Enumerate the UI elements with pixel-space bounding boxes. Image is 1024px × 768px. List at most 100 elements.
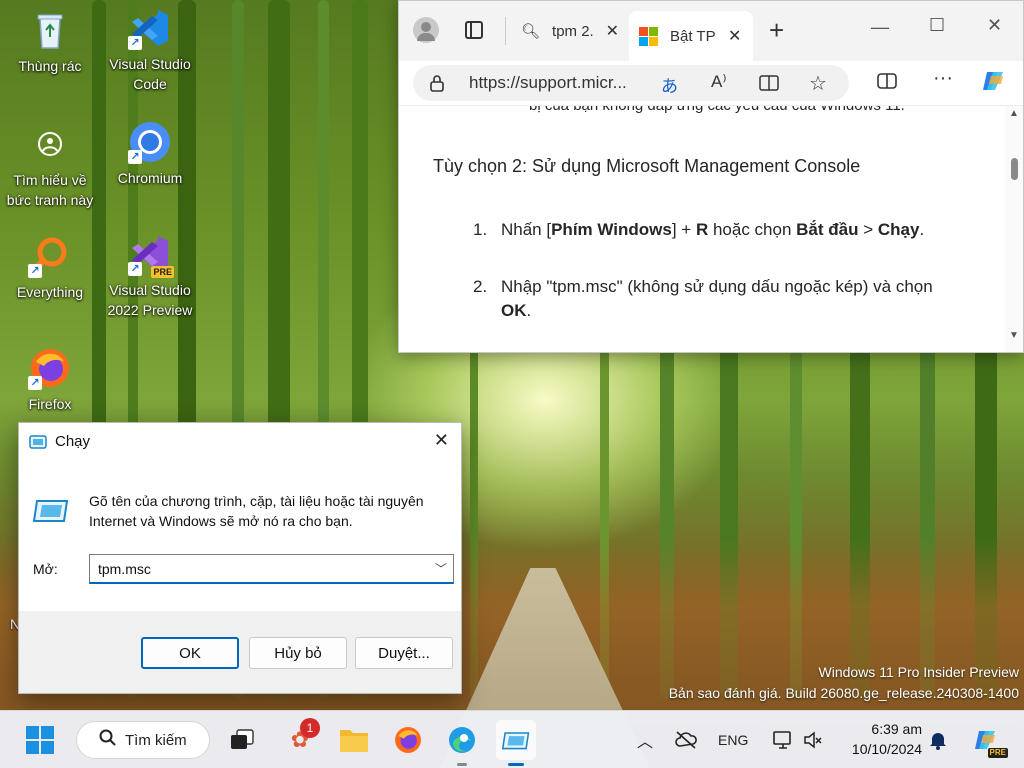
- chevron-up-icon: ︿: [636, 734, 653, 751]
- close-tab-icon[interactable]: ✕: [728, 26, 741, 46]
- taskbar-run[interactable]: [496, 720, 536, 766]
- notification-badge: 1: [300, 718, 320, 738]
- ok-button[interactable]: OK: [141, 637, 239, 669]
- translate-icon[interactable]: あ: [661, 72, 678, 97]
- chevron-down-icon[interactable]: ﹀: [435, 560, 447, 577]
- address-bar[interactable]: https://support.micr... あ A⁾ ☆: [413, 65, 849, 101]
- clock[interactable]: 6:39 am 10/10/2024: [838, 719, 922, 759]
- firefox-icon: ↗: [28, 346, 72, 390]
- close-window-button[interactable]: ✕: [987, 15, 1002, 36]
- start-button[interactable]: [20, 720, 60, 760]
- read-aloud-icon[interactable]: A⁾: [711, 72, 727, 92]
- scroll-down-icon[interactable]: ▼: [1009, 330, 1019, 341]
- step-start: Bắt đầu: [796, 220, 859, 239]
- desktop-icon-everything[interactable]: ↗ Everything: [2, 234, 98, 302]
- cloud-offline-icon: [675, 731, 697, 749]
- tab-separator: [505, 17, 506, 45]
- section-heading: Tùy chọn 2: Sử dụng Microsoft Management…: [433, 156, 861, 176]
- tab-actions-icon[interactable]: [465, 21, 483, 39]
- bell-icon: [930, 733, 946, 750]
- taskbar-notification-app[interactable]: ✿ 1: [280, 718, 320, 760]
- search-icon: [99, 729, 117, 752]
- show-hidden-icons-button[interactable]: ︿: [628, 720, 662, 760]
- open-input[interactable]: tpm.msc: [98, 561, 151, 577]
- microsoft-logo-icon: [639, 26, 658, 46]
- taskbar-firefox[interactable]: [388, 720, 428, 760]
- run-app-icon: [29, 434, 47, 455]
- desktop-icon-label: Everything: [16, 284, 84, 300]
- search-label: Tìm kiếm: [125, 731, 187, 749]
- scroll-thumb[interactable]: [1011, 158, 1018, 180]
- step-text: .: [526, 301, 532, 320]
- chromium-icon: ↗: [128, 120, 172, 164]
- step-text: .: [919, 220, 925, 239]
- split-screen-icon[interactable]: [877, 71, 897, 96]
- page-scrollbar[interactable]: ▲ ▼: [1005, 106, 1023, 352]
- taskbar-search-box[interactable]: Tìm kiếm: [76, 721, 210, 759]
- folder-icon: [340, 730, 368, 752]
- taskbar-edge[interactable]: [442, 720, 482, 766]
- copilot-icon[interactable]: [979, 66, 1009, 101]
- clock-date: 10/10/2024: [851, 741, 922, 757]
- desktop-icon-learn-about-picture[interactable]: Tìm hiểu về bức tranh này: [2, 122, 98, 210]
- task-view-icon: [231, 729, 254, 749]
- step-number: 2.: [473, 277, 488, 296]
- desktop-icon-chromium[interactable]: ↗ Chromium: [102, 120, 198, 188]
- desktop-icon-label: Thùng rác: [18, 58, 82, 74]
- step-text: Nhấn [: [501, 220, 552, 239]
- tab-strip: 🔍︎ tpm 2.( ✕ Bật TPI ✕ + — ☐ ✕: [399, 1, 1023, 61]
- watermark-line-2: Bản sao đánh giá. Build 26080.ge_release…: [668, 685, 1019, 701]
- tab-bat-tpm[interactable]: Bật TPI ✕: [629, 11, 753, 61]
- page-content: bị của bạn không đáp ứng các yêu cầu của…: [399, 106, 1005, 352]
- desktop-icon-firefox[interactable]: ↗ Firefox: [2, 346, 98, 414]
- edge-icon: [449, 727, 475, 753]
- preview-badge: PRE: [987, 748, 1008, 758]
- shortcut-arrow-icon: ↗: [28, 264, 42, 278]
- close-tab-icon[interactable]: ✕: [606, 21, 619, 41]
- close-dialog-button[interactable]: ✕: [434, 430, 449, 451]
- windows-logo-icon: [26, 726, 54, 754]
- network-button[interactable]: [668, 720, 704, 760]
- step-1: 1. Nhấn [Phím Windows] + R hoặc chọn Bắt…: [473, 218, 924, 242]
- taskbar-file-explorer[interactable]: [334, 720, 374, 760]
- notifications-button[interactable]: [920, 720, 956, 760]
- favorite-star-icon[interactable]: ☆: [809, 71, 827, 96]
- language-indicator[interactable]: ENG: [718, 732, 748, 748]
- open-combobox[interactable]: tpm.msc ﹀: [89, 554, 454, 584]
- step-2: 2. Nhập "tpm.msc" (không sử dụng dấu ngo…: [473, 275, 973, 323]
- run-app-icon: [502, 732, 530, 750]
- desktop-icon-recycle-bin[interactable]: Thùng rác: [2, 8, 98, 76]
- new-tab-button[interactable]: +: [769, 15, 784, 46]
- task-view-button[interactable]: [222, 720, 262, 760]
- browser-toolbar: https://support.micr... あ A⁾ ☆ ···: [399, 61, 1023, 106]
- monitor-icon: [773, 731, 791, 749]
- desktop-icon-vscode[interactable]: ↗ Visual Studio Code: [102, 6, 198, 94]
- more-options-icon[interactable]: ···: [933, 67, 953, 90]
- minimize-button[interactable]: —: [871, 17, 889, 38]
- scroll-up-icon[interactable]: ▲: [1009, 108, 1019, 119]
- desktop-icon-label: Chromium: [117, 170, 183, 186]
- shortcut-arrow-icon: ↗: [28, 376, 42, 390]
- copilot-taskbar-button[interactable]: PRE: [964, 720, 1008, 760]
- firefox-icon: [395, 727, 421, 753]
- profile-avatar-icon[interactable]: [413, 17, 439, 43]
- run-dialog-titlebar[interactable]: Chạy ✕: [19, 423, 461, 461]
- visual-studio-preview-icon: PRE ↗: [128, 232, 174, 278]
- display-status-button[interactable]: [764, 720, 802, 760]
- cancel-button[interactable]: Hủy bỏ: [249, 637, 347, 669]
- desktop-icon-visual-studio-preview[interactable]: PRE ↗ Visual Studio 2022 Preview: [102, 232, 198, 320]
- address-url: https://support.micr...: [469, 73, 627, 92]
- run-dialog: Chạy ✕ Gõ tên của chương trình, cặp, tài…: [18, 422, 462, 694]
- browse-button[interactable]: Duyệt...: [355, 637, 453, 669]
- tab-label: Bật TPI: [670, 27, 716, 45]
- maximize-button[interactable]: ☐: [929, 15, 945, 36]
- immersive-reader-icon[interactable]: [759, 74, 779, 97]
- volume-button[interactable]: [798, 720, 828, 760]
- active-indicator: [508, 763, 524, 766]
- tab-tpm-search[interactable]: 🔍︎ tpm 2.( ✕: [511, 11, 629, 51]
- step-text: Nhập "tpm.msc" (không sử dụng dấu ngoặc …: [501, 277, 933, 296]
- step-run: Chạy: [877, 220, 920, 239]
- shortcut-arrow-icon: ↗: [128, 150, 142, 164]
- preview-badge: PRE: [151, 266, 174, 278]
- everything-icon: ↗: [28, 234, 72, 278]
